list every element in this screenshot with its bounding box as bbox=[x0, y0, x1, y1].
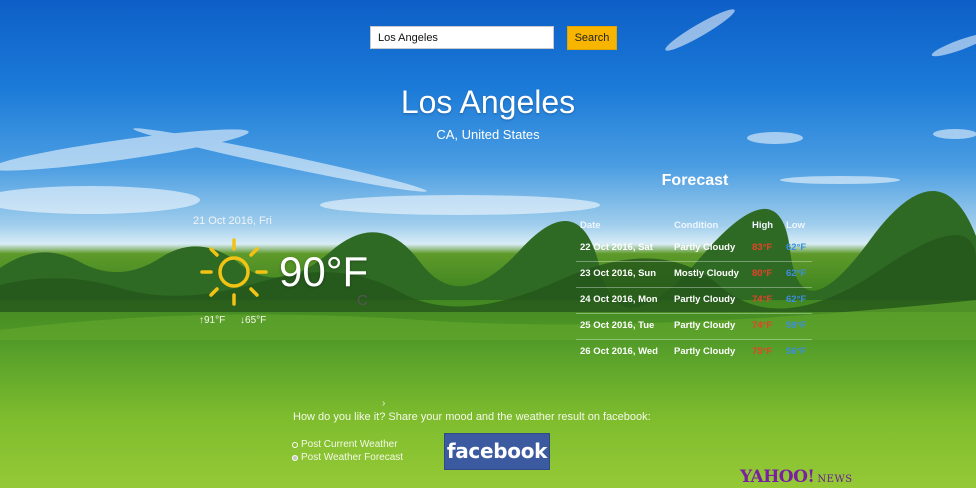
forecast-date: 22 Oct 2016, Sat bbox=[580, 242, 653, 253]
forecast-high: 75°F bbox=[752, 346, 773, 357]
forecast-high: 83°F bbox=[752, 242, 773, 253]
share-options: Post Current Weather Post Weather Foreca… bbox=[292, 438, 403, 464]
sun-icon bbox=[199, 237, 269, 312]
current-temperature: 90°F bbox=[279, 248, 369, 295]
forecast-row: 26 Oct 2016, Wed Partly Cloudy 75°F 56°F bbox=[576, 340, 812, 365]
forecast-condition: Partly Cloudy bbox=[674, 242, 736, 253]
forecast-high: 74°F bbox=[752, 294, 773, 305]
forecast-condition: Partly Cloudy bbox=[674, 346, 736, 357]
unit-toggle-button[interactable]: C bbox=[357, 292, 368, 309]
header-low: Low bbox=[786, 220, 805, 231]
share-prompt: How do you like it? Share your mood and … bbox=[293, 411, 651, 423]
header-condition: Condition bbox=[674, 220, 719, 231]
yahoo-news-logo: YAHOO! NEWS bbox=[740, 467, 853, 487]
option-label: Post Weather Forecast bbox=[301, 452, 404, 463]
forecast-low: 62°F bbox=[786, 242, 807, 253]
forecast-title: Forecast bbox=[661, 172, 729, 189]
forecast-low: 56°F bbox=[786, 346, 807, 357]
forecast-date: 26 Oct 2016, Wed bbox=[580, 346, 658, 357]
caret-icon: › bbox=[382, 398, 386, 409]
forecast-date: 25 Oct 2016, Tue bbox=[580, 320, 655, 331]
forecast-table: Date Condition High Low 22 Oct 2016, Sat… bbox=[576, 214, 812, 365]
forecast-condition: Partly Cloudy bbox=[674, 294, 736, 305]
search-input[interactable] bbox=[370, 26, 554, 49]
forecast-high: 74°F bbox=[752, 320, 773, 331]
forecast-header-row: Date Condition High Low bbox=[576, 214, 812, 236]
header-date: Date bbox=[580, 220, 601, 231]
forecast-row: 25 Oct 2016, Tue Partly Cloudy 74°F 59°F bbox=[576, 314, 812, 340]
radio-post-current[interactable] bbox=[292, 441, 298, 448]
forecast-row: 22 Oct 2016, Sat Partly Cloudy 83°F 62°F bbox=[576, 236, 812, 262]
current-high: ↑91°F bbox=[199, 315, 226, 326]
yahoo-logo-text: YAHOO! bbox=[740, 467, 815, 487]
forecast-condition: Partly Cloudy bbox=[674, 320, 736, 331]
radio-post-forecast[interactable] bbox=[292, 454, 298, 461]
forecast-condition: Mostly Cloudy bbox=[674, 268, 739, 279]
search-button[interactable]: Search bbox=[567, 26, 617, 50]
forecast-row: 23 Oct 2016, Sun Mostly Cloudy 80°F 62°F bbox=[576, 262, 812, 288]
option-label: Post Current Weather bbox=[301, 439, 398, 450]
forecast-row: 24 Oct 2016, Mon Partly Cloudy 74°F 62°F bbox=[576, 288, 812, 314]
option-post-forecast[interactable]: Post Weather Forecast bbox=[292, 451, 403, 464]
current-low: ↓65°F bbox=[240, 315, 267, 326]
forecast-low: 62°F bbox=[786, 268, 807, 279]
forecast-low: 62°F bbox=[786, 294, 807, 305]
region-subtitle: CA, United States bbox=[436, 127, 540, 142]
forecast-high: 80°F bbox=[752, 268, 773, 279]
option-post-current[interactable]: Post Current Weather bbox=[292, 438, 403, 451]
current-high-low: ↑91°F ↓65°F bbox=[199, 315, 278, 326]
facebook-share-button[interactable]: facebook bbox=[444, 433, 550, 470]
city-title: Los Angeles bbox=[400, 84, 576, 120]
current-date: 21 Oct 2016, Fri bbox=[193, 215, 272, 227]
forecast-date: 23 Oct 2016, Sun bbox=[580, 268, 657, 279]
header-high: High bbox=[752, 220, 774, 231]
forecast-low: 59°F bbox=[786, 320, 807, 331]
news-logo-text: NEWS bbox=[817, 474, 853, 485]
forecast-date: 24 Oct 2016, Mon bbox=[580, 294, 658, 305]
